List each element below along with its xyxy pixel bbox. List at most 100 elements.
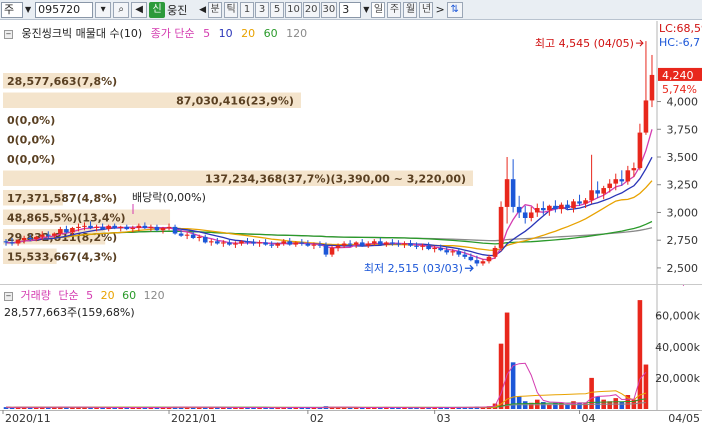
volume-chart-header: − 거래량 단순 5 20 60 120 28,577,663주(159,68%… <box>4 287 169 320</box>
prev-arrow-icon[interactable]: ◀ <box>199 5 206 15</box>
candle-body <box>269 244 274 246</box>
candle-body <box>263 242 268 245</box>
volume-ma-label: 단순 <box>58 289 79 302</box>
interval-button-10[interactable]: 10 <box>285 1 302 18</box>
speaker-icon[interactable]: ◀ <box>131 1 148 18</box>
candle-body <box>293 242 299 245</box>
last-change-label: 5,74% <box>662 83 697 96</box>
candle-body <box>227 242 232 245</box>
low-annotation: 최저 2,515 (03/03) <box>364 262 463 275</box>
candle-body <box>571 201 576 209</box>
candle-body <box>142 225 148 228</box>
collapse-icon[interactable]: − <box>4 29 13 39</box>
period-tick[interactable]: 틱 <box>224 1 239 18</box>
market-select[interactable]: 주 <box>1 1 23 18</box>
candle-body <box>9 242 15 244</box>
candle-body <box>3 241 9 243</box>
dividend-annotation: 배당락(0,00%) <box>132 191 206 204</box>
candle-body <box>619 179 625 182</box>
candle-body <box>444 250 450 253</box>
scroll-up-icon[interactable]: ⇅ <box>446 1 463 18</box>
code-dropdown-icon[interactable]: ▾ <box>95 1 112 18</box>
candle-body <box>649 74 655 101</box>
price-tick-label: 3,500 <box>667 151 699 164</box>
candle-body <box>82 225 87 227</box>
candle-body <box>160 227 166 231</box>
volume-title: 거래량 <box>20 289 51 302</box>
candle-body <box>637 132 643 169</box>
volume-collapse-icon[interactable]: − <box>4 291 13 301</box>
interval-button-1[interactable]: 1 <box>240 1 255 18</box>
candle-body <box>172 226 178 234</box>
candle-body <box>420 245 425 247</box>
candle-body <box>112 225 117 228</box>
interval-button-5[interactable]: 5 <box>270 1 285 18</box>
interval-button-30[interactable]: 30 <box>320 1 338 18</box>
interval-select[interactable]: 3 <box>339 1 362 18</box>
price-chart[interactable]: 28,577,663(7,8%) 87,030,416(23,9%) 0(0,0%)… <box>0 21 702 284</box>
volume-profile-label: 0(0,0%) <box>7 133 55 146</box>
volume-bar <box>577 402 582 409</box>
candle-body <box>329 247 335 255</box>
ma-10: 10 <box>218 27 233 40</box>
candle-body <box>528 212 534 218</box>
last-price-label: 4,240 <box>662 69 694 82</box>
x-tick-label: 04 <box>582 412 596 425</box>
market-dropdown-icon[interactable]: ▼ <box>25 5 31 14</box>
candle-body <box>178 233 184 236</box>
candle-body <box>474 260 480 264</box>
interval-button-3[interactable]: 3 <box>255 1 270 18</box>
candle-body <box>426 245 431 250</box>
candle-body <box>607 183 613 189</box>
x-tick-label: 2021/01 <box>171 412 217 425</box>
candle-body <box>390 242 395 244</box>
x-tick-label: 03 <box>437 412 451 425</box>
interval-dropdown-icon[interactable]: ▼ <box>363 5 369 14</box>
candle-body <box>311 244 317 246</box>
candle-body <box>601 188 606 194</box>
volume-ma-120: 120 <box>143 289 165 302</box>
candle-body <box>486 256 492 262</box>
high-arrow-icon <box>635 39 644 47</box>
price-tick-label: 4,000 <box>667 96 699 109</box>
price-tick-label: 3,000 <box>667 206 699 219</box>
price-chart-panel[interactable]: 28,577,663(7,8%) 87,030,416(23,9%) 0(0,0%)… <box>0 21 702 284</box>
next-arrow-icon[interactable]: > <box>435 3 444 16</box>
stock-code-input[interactable]: 095720 <box>35 1 94 18</box>
candle-body <box>287 241 293 245</box>
period-year[interactable]: 년 <box>419 1 434 18</box>
candle-body <box>317 244 323 246</box>
search-icon[interactable]: ⌕ <box>113 1 130 18</box>
candle-body <box>504 179 510 207</box>
period-minute[interactable]: 분 <box>208 1 223 18</box>
candle-body <box>58 229 63 234</box>
candle-body <box>202 236 208 243</box>
candle-body <box>281 241 287 244</box>
candle-body <box>233 243 238 245</box>
interval-button-20[interactable]: 20 <box>302 1 320 18</box>
period-day[interactable]: 일 <box>371 1 386 18</box>
candle-body <box>323 245 329 255</box>
candle-body <box>221 242 226 244</box>
candle-body <box>257 242 262 244</box>
candle-body <box>438 247 443 251</box>
candle-body <box>239 241 244 244</box>
period-month[interactable]: 월 <box>403 1 418 18</box>
candle-body <box>251 242 256 244</box>
volume-profile-label: 87,030,416(23,9%) <box>176 94 294 107</box>
low-arrow-icon <box>464 264 474 272</box>
volume-chart-panel[interactable]: 60,000k40,000k20,000k28,578159,68 − 거래량 … <box>0 284 702 411</box>
period-week[interactable]: 주 <box>387 1 402 18</box>
volume-tick-label: 20,000k <box>655 372 700 385</box>
volume-value: 28,577,663주(159,68%) <box>4 306 135 319</box>
credit-badge: 신 <box>149 1 166 18</box>
volume-profile-label: 48,865,5%)(13,4%) <box>7 211 126 224</box>
price-tick-label: 3,750 <box>667 123 699 136</box>
candle-body <box>245 241 250 243</box>
candle-body <box>595 190 600 194</box>
candle-body <box>45 234 51 236</box>
candle-body <box>565 204 570 209</box>
candle-body <box>353 242 359 245</box>
x-tick-label: 02 <box>310 412 324 425</box>
candle-body <box>106 225 111 230</box>
